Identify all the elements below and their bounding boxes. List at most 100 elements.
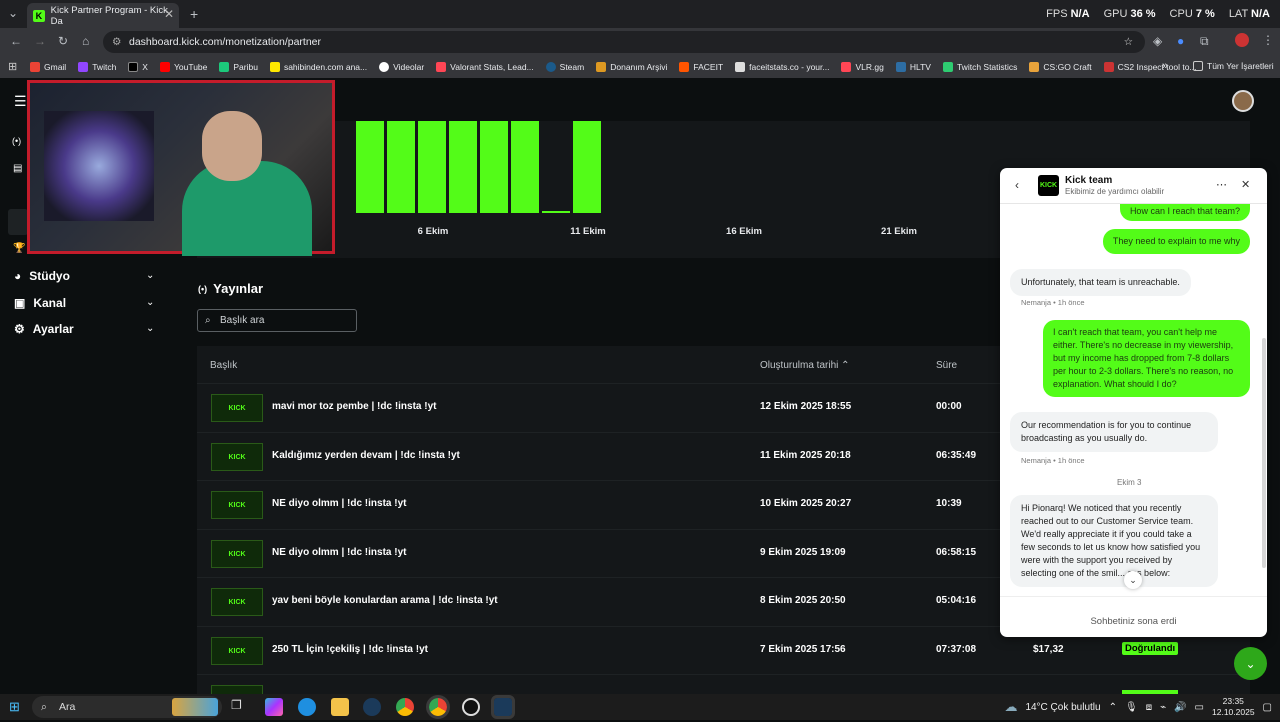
chart-bar[interactable] xyxy=(542,211,570,213)
bookmark-faceitstats[interactable]: faceitstats.co - your... xyxy=(735,62,829,72)
stream-thumbnail: KICK xyxy=(211,588,263,616)
all-bookmarks-folder[interactable]: Tüm Yer İşaretleri xyxy=(1193,61,1274,71)
bookmark-vlr[interactable]: VLR.gg xyxy=(841,62,884,72)
bookmark-paribu[interactable]: Paribu xyxy=(219,62,258,72)
hamburger-menu-icon[interactable]: ☰ xyxy=(14,93,27,110)
chart-bar[interactable] xyxy=(387,121,415,213)
vpn-icon[interactable]: ⧈ xyxy=(1146,702,1152,713)
tab-close-icon[interactable]: ✕ xyxy=(164,7,174,21)
windows-start-icon[interactable]: ⊞ xyxy=(9,699,20,715)
bookmark-sahibinden[interactable]: sahibinden.com ana... xyxy=(269,62,367,72)
analytics-icon[interactable]: ▤ xyxy=(13,163,22,174)
bookmark-gmail[interactable]: Gmail xyxy=(30,62,66,72)
tray-chevron-up-icon[interactable]: ⌃ xyxy=(1109,702,1117,713)
kick-logo: KICK xyxy=(1038,175,1059,196)
chart-bar[interactable] xyxy=(449,121,477,213)
close-icon[interactable]: ✕ xyxy=(1241,178,1250,191)
bookmark-videolar[interactable]: Videolar xyxy=(379,62,424,72)
stream-duration: 07:37:08 xyxy=(936,644,977,655)
notifications-icon[interactable]: ▢ xyxy=(1263,702,1272,713)
bookmark-star-icon[interactable]: ☆ xyxy=(1124,31,1133,53)
weather-text[interactable]: 14°C Çok bulutlu xyxy=(1025,702,1100,713)
column-header-created[interactable]: Oluşturulma tarihi ⌃ xyxy=(760,360,850,371)
active-nav-marker xyxy=(8,209,28,235)
extension-2-icon[interactable]: ● xyxy=(1177,34,1184,48)
battery-icon[interactable]: ▭ xyxy=(1195,702,1204,713)
microphone-icon[interactable]: 🎙 xyxy=(1125,702,1138,713)
chart-bar[interactable] xyxy=(480,121,508,213)
sidebar-item-settings[interactable]: ⚙ Ayarlar xyxy=(14,322,74,336)
extension-icon[interactable]: ◈ xyxy=(1153,34,1162,48)
stream-thumbnail: KICK xyxy=(211,540,263,568)
x-tick-label: 11 Ekim xyxy=(570,226,606,237)
agent-message: Our recommendation is for you to continu… xyxy=(1010,412,1218,452)
extensions-puzzle-icon[interactable]: ⧉ xyxy=(1200,34,1209,49)
back-chevron-icon[interactable]: ‹ xyxy=(1015,178,1019,192)
bookmark-x[interactable]: X xyxy=(128,62,148,72)
reload-icon[interactable]: ↻ xyxy=(58,34,68,48)
sidebar-item-studio[interactable]: ◕ Stüdyo xyxy=(14,269,70,283)
chrome-icon[interactable] xyxy=(396,698,414,716)
task-view-icon[interactable]: ❐ xyxy=(231,698,249,716)
stream-search-input[interactable]: ⌕ Başlık ara xyxy=(197,309,357,332)
chrome-active-icon[interactable] xyxy=(426,695,450,719)
broadcast-icon[interactable]: (•) xyxy=(12,136,21,146)
taskbar-search[interactable]: ⌕ Ara xyxy=(32,696,222,718)
bookmark-steam[interactable]: Steam xyxy=(545,62,584,72)
bookmark-valorant[interactable]: Valorant Stats, Lead... xyxy=(436,62,534,72)
perf-gpu: GPU 36 % xyxy=(1103,8,1156,20)
chevron-down-icon[interactable]: ⌄ xyxy=(146,323,154,334)
user-avatar[interactable] xyxy=(1232,90,1254,112)
profile-avatar[interactable] xyxy=(1235,33,1249,47)
bookmark-hltv[interactable]: HLTV xyxy=(895,62,931,72)
browser-tab[interactable]: K Kick Partner Program - Kick Da ✕ xyxy=(27,3,179,28)
bookmark-youtube[interactable]: YouTube xyxy=(159,62,207,72)
new-tab-button[interactable]: + xyxy=(190,6,198,22)
bookmark-twitch[interactable]: Twitch xyxy=(78,62,116,72)
vlr-icon xyxy=(841,62,852,72)
scroll-down-button[interactable]: ⌄ xyxy=(1234,647,1267,680)
weather-cloud-icon: ☁ xyxy=(1004,699,1018,714)
chart-bar[interactable] xyxy=(511,121,539,213)
network-icon[interactable]: ⌁ xyxy=(1160,702,1166,713)
tab-search-icon[interactable]: ⌄ xyxy=(8,6,18,20)
chart-bar[interactable] xyxy=(356,121,384,213)
url-field[interactable]: ⚙ dashboard.kick.com/monetization/partne… xyxy=(103,31,1145,53)
copilot-icon[interactable] xyxy=(265,698,283,716)
bookmark-twitch-statistics[interactable]: Twitch Statistics xyxy=(942,62,1017,72)
apps-grid-icon[interactable]: ⊞ xyxy=(8,60,17,73)
volume-icon[interactable]: 🔊 xyxy=(1174,702,1186,713)
bookmark-csgo-craft[interactable]: CS:GO Craft xyxy=(1029,62,1092,72)
edge-icon[interactable] xyxy=(298,698,316,716)
forward-icon[interactable]: → xyxy=(34,34,46,48)
clock[interactable]: 23:35 12.10.2025 xyxy=(1212,696,1255,718)
scroll-down-icon[interactable]: ⌄ xyxy=(1124,571,1142,589)
obs-icon[interactable] xyxy=(462,698,480,716)
chart-bar[interactable] xyxy=(418,121,446,213)
channel-icon: ▣ xyxy=(14,296,26,310)
chat-scrollbar[interactable] xyxy=(1262,338,1266,568)
stream-duration: 10:39 xyxy=(936,498,962,509)
bookmark-faceit[interactable]: FACEIT xyxy=(679,62,723,72)
sidebar-item-channel[interactable]: ▣ Kanal xyxy=(14,296,66,310)
file-explorer-icon[interactable] xyxy=(331,698,349,716)
stream-date: 11 Ekim 2025 20:18 xyxy=(760,450,851,461)
bookmark-donanim[interactable]: Donanım Arşivi xyxy=(596,62,667,72)
more-options-icon[interactable]: ⋯ xyxy=(1216,178,1227,191)
bookmarks-overflow-icon[interactable]: » xyxy=(1162,60,1168,72)
back-icon[interactable]: ← xyxy=(10,34,22,48)
chevron-down-icon[interactable]: ⌄ xyxy=(146,270,154,281)
column-header-duration[interactable]: Süre xyxy=(936,360,957,371)
menu-kebab-icon[interactable]: ⋮ xyxy=(1262,33,1274,47)
support-chat-widget: ‹ KICK Kick team Ekibimiz de yardımcı ol… xyxy=(1000,168,1267,637)
site-info-icon[interactable]: ⚙ xyxy=(112,31,121,53)
chart-bar[interactable] xyxy=(573,121,601,213)
x-icon xyxy=(128,62,139,72)
steam-icon[interactable] xyxy=(363,698,381,716)
steam-window-icon[interactable] xyxy=(491,695,515,719)
bookmark-cs2-inspect[interactable]: CS2 Inspect tool to... xyxy=(1103,62,1197,72)
home-icon[interactable]: ⌂ xyxy=(82,34,89,48)
trophy-icon[interactable]: 🏆 xyxy=(13,243,25,254)
column-header-title[interactable]: Başlık xyxy=(210,360,237,371)
chevron-down-icon[interactable]: ⌄ xyxy=(146,297,154,308)
